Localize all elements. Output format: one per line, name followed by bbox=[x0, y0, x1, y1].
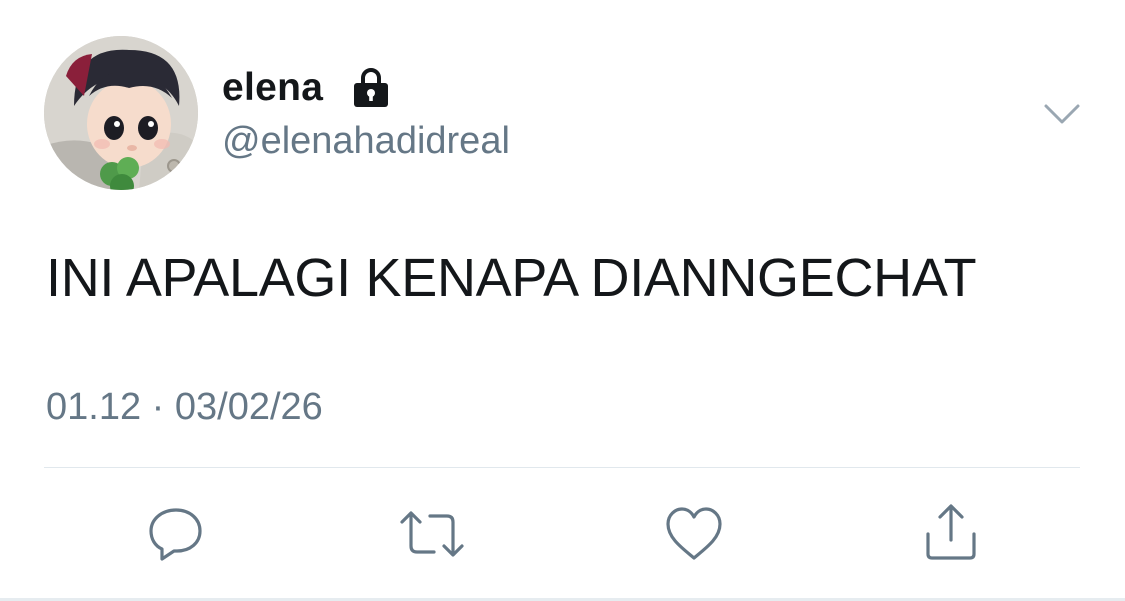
heart-icon bbox=[666, 507, 722, 560]
share-icon bbox=[926, 504, 976, 560]
retweet-icon bbox=[400, 511, 464, 557]
author-display-name[interactable]: elena bbox=[222, 62, 323, 114]
tweet-timestamp[interactable]: 01.12 · 03/02/26 bbox=[46, 380, 323, 434]
chevron-down-icon[interactable] bbox=[1040, 92, 1084, 136]
lock-icon bbox=[350, 66, 392, 108]
author-handle[interactable]: @elenahadidreal bbox=[222, 114, 510, 168]
like-button[interactable] bbox=[662, 502, 726, 566]
tweet-text: INI APALAGI KENAPA DIANNGECHAT bbox=[46, 248, 977, 308]
retweet-button[interactable] bbox=[400, 502, 464, 566]
divider bbox=[44, 467, 1080, 468]
avatar[interactable] bbox=[44, 36, 198, 190]
reply-icon bbox=[149, 508, 202, 561]
reply-button[interactable] bbox=[144, 502, 208, 566]
share-button[interactable] bbox=[920, 502, 984, 566]
